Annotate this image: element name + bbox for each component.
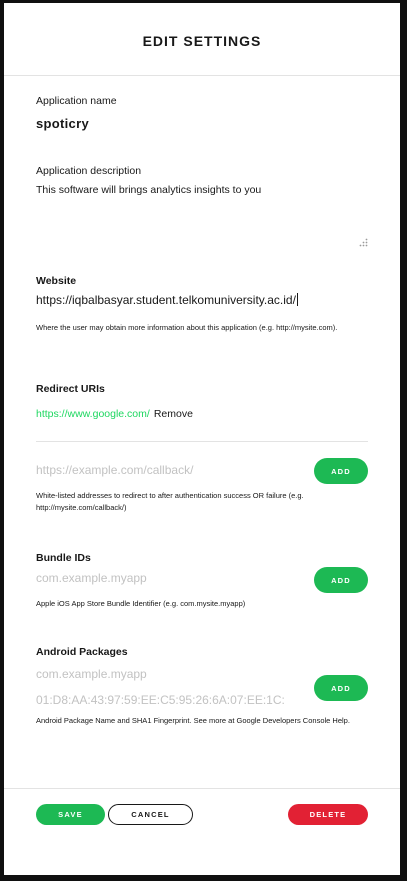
add-redirect-uri-button[interactable]: ADD: [314, 458, 368, 484]
redirect-uri-item: https://www.google.com/Remove: [36, 404, 193, 422]
edit-settings-dialog: EDIT SETTINGS Application name spoticry …: [4, 3, 400, 875]
redirect-uris-label: Redirect URIs: [36, 383, 105, 395]
remove-redirect-uri-button[interactable]: Remove: [154, 408, 193, 420]
save-button[interactable]: SAVE: [36, 804, 105, 825]
add-android-package-button[interactable]: ADD: [314, 675, 368, 701]
text-caret: [296, 293, 298, 306]
bundle-ids-help-text: Apple iOS App Store Bundle Identifier (e…: [36, 599, 246, 608]
android-package-input[interactable]: com.example.myapp: [36, 667, 147, 681]
app-description-label: Application description: [36, 165, 142, 177]
dialog-title: EDIT SETTINGS: [142, 33, 262, 49]
footer-divider: [4, 788, 400, 789]
delete-button[interactable]: DELETE: [288, 804, 368, 825]
android-packages-label: Android Packages: [36, 646, 128, 658]
redirect-uri-link[interactable]: https://www.google.com/: [36, 408, 150, 420]
app-description-text: This software will brings analytics insi…: [36, 184, 262, 196]
website-input-value: https://iqbalbasyar.student.telkomuniver…: [36, 293, 296, 307]
add-bundle-id-button[interactable]: ADD: [314, 567, 368, 593]
android-packages-help-text: Android Package Name and SHA1 Fingerprin…: [36, 716, 350, 725]
redirect-uris-help-text: White-listed addresses to redirect to af…: [36, 491, 304, 512]
app-description-textarea[interactable]: This software will brings analytics insi…: [34, 181, 370, 249]
resize-grip-icon[interactable]: [359, 238, 368, 247]
bundle-id-input[interactable]: com.example.myapp: [36, 571, 147, 585]
app-name-field[interactable]: spoticry: [36, 116, 89, 131]
dialog-header: EDIT SETTINGS: [4, 3, 400, 76]
cancel-button[interactable]: CANCEL: [108, 804, 193, 825]
website-label: Website: [36, 275, 77, 287]
website-help-text: Where the user may obtain more informati…: [36, 323, 338, 332]
sha1-fingerprint-input[interactable]: 01:D8:AA:43:97:59:EE:C5:95:26:6A:07:EE:1…: [36, 693, 308, 707]
redirect-uri-input[interactable]: https://example.com/callback/: [36, 463, 193, 477]
redirect-divider: [36, 441, 368, 442]
bundle-ids-label: Bundle IDs: [36, 552, 91, 564]
website-input[interactable]: https://iqbalbasyar.student.telkomuniver…: [36, 293, 298, 307]
app-name-label: Application name: [36, 95, 117, 107]
